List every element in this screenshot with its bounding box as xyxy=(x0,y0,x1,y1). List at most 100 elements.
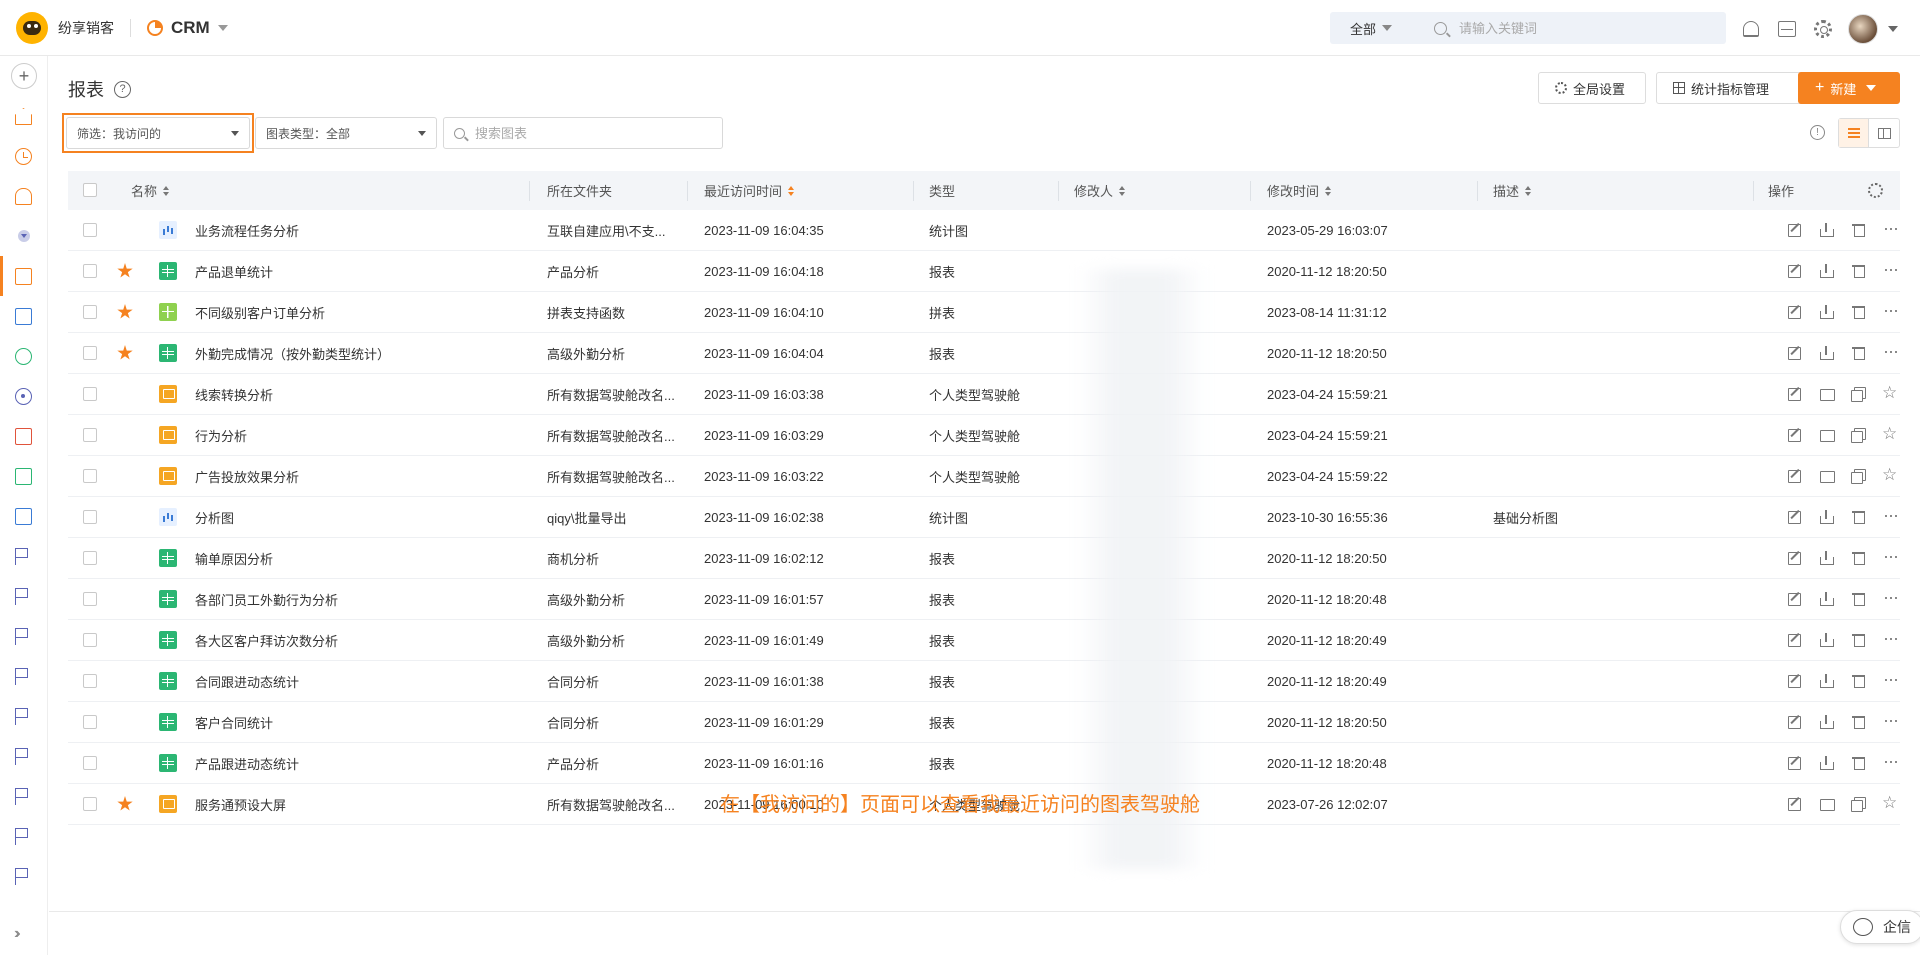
notification-button[interactable] xyxy=(1740,18,1762,40)
delete-icon[interactable] xyxy=(1850,262,1868,280)
copy-icon[interactable] xyxy=(1850,467,1868,485)
table-row[interactable]: 产品跟进动态统计 产品分析 2023-11-09 16:01:16 报表 2020-11… xyxy=(68,743,1900,784)
qixin-chat-button[interactable]: 企信 xyxy=(1840,910,1920,944)
flag-icon[interactable] xyxy=(15,588,28,605)
move-folder-icon[interactable] xyxy=(1818,385,1836,403)
export-icon[interactable] xyxy=(1818,590,1836,608)
collapse-icon[interactable] xyxy=(18,230,30,242)
report-name-link[interactable]: 产品跟进动态统计 xyxy=(195,743,525,783)
star-icon[interactable] xyxy=(117,304,133,319)
delete-icon[interactable] xyxy=(1850,303,1868,321)
row-checkbox[interactable] xyxy=(83,305,97,319)
row-checkbox[interactable] xyxy=(83,592,97,606)
clock-icon[interactable] xyxy=(15,148,32,165)
global-settings-button[interactable]: 全局设置 xyxy=(1538,72,1646,104)
report-name-link[interactable]: 客户合同统计 xyxy=(195,702,525,742)
row-checkbox[interactable] xyxy=(83,428,97,442)
col-divider[interactable] xyxy=(687,181,688,201)
table-row[interactable]: 产品退单统计 产品分析 2023-11-09 16:04:18 报表 2020-11-1… xyxy=(68,251,1900,292)
global-search-input[interactable] xyxy=(1459,20,1720,36)
move-folder-icon[interactable] xyxy=(1818,467,1836,485)
flag-icon[interactable] xyxy=(15,748,28,765)
expand-sidebar-icon[interactable]: ›› xyxy=(14,925,20,943)
star-icon[interactable] xyxy=(117,345,133,360)
list-view-button[interactable] xyxy=(1839,119,1870,147)
row-checkbox[interactable] xyxy=(83,387,97,401)
table-row[interactable]: 不同级别客户订单分析 拼表支持函数 2023-11-09 16:04:10 拼表 202… xyxy=(68,292,1900,333)
export-icon[interactable] xyxy=(1818,344,1836,362)
row-checkbox[interactable] xyxy=(83,346,97,360)
edit-icon[interactable] xyxy=(1786,508,1804,526)
chart-search-input[interactable] xyxy=(475,125,705,141)
delete-icon[interactable] xyxy=(1850,754,1868,772)
copy-icon[interactable] xyxy=(1850,426,1868,444)
delete-icon[interactable] xyxy=(1850,508,1868,526)
check-circle-icon[interactable] xyxy=(15,348,32,365)
row-checkbox[interactable] xyxy=(83,633,97,647)
edit-icon[interactable] xyxy=(1786,754,1804,772)
flag-icon[interactable] xyxy=(15,668,28,685)
col-name[interactable]: 名称 xyxy=(131,171,170,210)
col-modified[interactable]: 修改时间 xyxy=(1267,171,1332,210)
col-desc[interactable]: 描述 xyxy=(1493,171,1532,210)
delete-icon[interactable] xyxy=(1850,631,1868,649)
chevron-down-icon[interactable] xyxy=(217,24,228,31)
export-icon[interactable] xyxy=(1818,631,1836,649)
col-divider[interactable] xyxy=(1250,181,1251,201)
favorite-icon[interactable] xyxy=(1882,465,1900,485)
col-divider[interactable] xyxy=(1058,181,1059,201)
delete-icon[interactable] xyxy=(1850,590,1868,608)
home-icon[interactable] xyxy=(15,108,32,125)
delete-icon[interactable] xyxy=(1850,549,1868,567)
favorite-icon[interactable] xyxy=(1882,424,1900,444)
metric-management-button[interactable]: 统计指标管理 xyxy=(1656,72,1809,104)
favorite-icon[interactable] xyxy=(1882,383,1900,403)
export-icon[interactable] xyxy=(1818,713,1836,731)
settings-button[interactable] xyxy=(1812,18,1834,40)
chart-type-select[interactable]: 图表类型：全部 xyxy=(255,117,437,149)
table-row[interactable]: 各大区客户拜访次数分析 高级外勤分析 2023-11-09 16:01:49 报表 20… xyxy=(68,620,1900,661)
table-row[interactable]: 输单原因分析 商机分析 2023-11-09 16:02:12 报表 2020-11-1… xyxy=(68,538,1900,579)
more-icon[interactable] xyxy=(1882,300,1900,321)
chevron-down-icon[interactable] xyxy=(1888,26,1898,32)
star-icon[interactable] xyxy=(117,263,133,278)
table-row[interactable]: 广告投放效果分析 所有数据驾驶舱改名... 2023-11-09 16:03:22 个… xyxy=(68,456,1900,497)
report-name-link[interactable]: 不同级别客户订单分析 xyxy=(195,292,525,332)
document-icon[interactable] xyxy=(15,468,32,485)
table-row[interactable]: 行为分析 所有数据驾驶舱改名... 2023-11-09 16:03:29 个人类型驾… xyxy=(68,415,1900,456)
edit-icon[interactable] xyxy=(1786,672,1804,690)
flag-icon[interactable] xyxy=(15,548,28,565)
export-icon[interactable] xyxy=(1818,262,1836,280)
app-switcher[interactable]: CRM xyxy=(171,18,210,38)
report-name-link[interactable]: 各部门员工外勤行为分析 xyxy=(195,579,525,619)
table-row[interactable]: 各部门员工外勤行为分析 高级外勤分析 2023-11-09 16:01:57 报表 20… xyxy=(68,579,1900,620)
row-checkbox[interactable] xyxy=(83,756,97,770)
col-visited[interactable]: 最近访问时间 xyxy=(704,171,795,210)
copy-icon[interactable] xyxy=(1850,385,1868,403)
more-icon[interactable] xyxy=(1882,341,1900,362)
col-divider[interactable] xyxy=(1753,181,1754,201)
row-checkbox[interactable] xyxy=(83,715,97,729)
report-name-link[interactable]: 线索转换分析 xyxy=(195,374,525,414)
export-icon[interactable] xyxy=(1818,508,1836,526)
column-settings-icon[interactable] xyxy=(1868,183,1883,198)
row-checkbox[interactable] xyxy=(83,223,97,237)
edit-icon[interactable] xyxy=(1786,590,1804,608)
more-icon[interactable] xyxy=(1882,751,1900,772)
table-row[interactable]: 业务流程任务分析 互联自建应用\不支... 2023-11-09 16:04:35 统… xyxy=(68,210,1900,251)
report-name-link[interactable]: 行为分析 xyxy=(195,415,525,455)
row-checkbox[interactable] xyxy=(83,674,97,688)
edit-icon[interactable] xyxy=(1786,713,1804,731)
edit-icon[interactable] xyxy=(1786,221,1804,239)
more-icon[interactable] xyxy=(1882,587,1900,608)
row-checkbox[interactable] xyxy=(83,469,97,483)
delete-icon[interactable] xyxy=(1850,344,1868,362)
table-row[interactable]: 合同跟进动态统计 合同分析 2023-11-09 16:01:38 报表 2020-11… xyxy=(68,661,1900,702)
info-icon[interactable]: ! xyxy=(1810,125,1825,140)
avatar[interactable] xyxy=(1848,14,1878,44)
schedule-icon[interactable] xyxy=(15,508,32,525)
export-icon[interactable] xyxy=(1818,303,1836,321)
report-name-link[interactable]: 合同跟进动态统计 xyxy=(195,661,525,701)
export-icon[interactable] xyxy=(1818,754,1836,772)
more-icon[interactable] xyxy=(1882,710,1900,731)
